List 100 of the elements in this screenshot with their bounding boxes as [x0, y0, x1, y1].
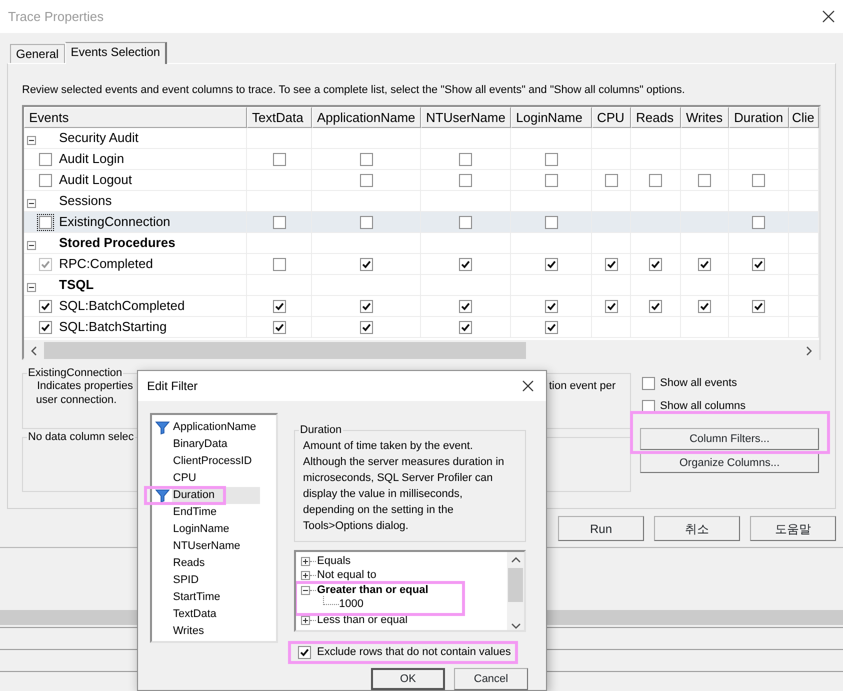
list-item[interactable]: TextData [152, 606, 276, 623]
list-item[interactable]: NTUserName [152, 538, 276, 555]
checkbox[interactable] [39, 300, 52, 312]
checkbox[interactable] [39, 216, 52, 228]
event-label: Audit Logout [59, 171, 132, 190]
button[interactable]: 취소 [654, 516, 740, 541]
checkbox[interactable] [360, 152, 372, 166]
column-header[interactable]: Clie [789, 107, 819, 128]
collapse-toggle[interactable] [27, 198, 36, 208]
checkbox-label: Show all events [660, 376, 738, 392]
checkbox[interactable] [649, 174, 662, 186]
checkbox[interactable] [752, 300, 765, 312]
button[interactable]: Column Filters... [640, 428, 819, 450]
tree-item[interactable]: Equals [317, 552, 351, 570]
category-label: Sessions [59, 192, 112, 210]
column-header[interactable]: Duration [729, 107, 789, 128]
tree-connector [310, 560, 316, 562]
expand-toggle[interactable] [301, 616, 310, 624]
column-header[interactable]: CPU [592, 107, 631, 128]
button[interactable]: 도움말 [750, 516, 836, 541]
checkbox[interactable] [39, 320, 52, 334]
checkbox[interactable] [39, 174, 52, 186]
checkbox[interactable] [360, 174, 372, 186]
tab[interactable]: General [10, 44, 65, 63]
description-text: user connection. [36, 393, 117, 407]
list-item[interactable]: CPU [152, 470, 276, 487]
button[interactable]: Organize Columns... [640, 453, 819, 473]
expand-toggle[interactable] [301, 570, 310, 580]
window-title: Edit Filter [147, 378, 198, 395]
checkbox[interactable] [698, 300, 711, 312]
collapse-toggle[interactable] [27, 282, 36, 292]
button[interactable]: Run [558, 516, 644, 541]
expand-toggle[interactable] [301, 586, 310, 594]
checkbox[interactable] [459, 216, 472, 228]
tab[interactable]: Events Selection [64, 42, 168, 64]
checkbox[interactable] [272, 300, 286, 312]
checkbox[interactable] [459, 152, 472, 166]
checkbox[interactable] [649, 300, 662, 312]
list-item[interactable]: ClientProcessID [152, 453, 276, 470]
close-icon[interactable] [522, 380, 534, 392]
category-label: Security Audit [59, 129, 138, 148]
column-header[interactable]: Reads [631, 107, 681, 128]
description-text: tion event per [549, 379, 616, 394]
checkbox[interactable] [459, 174, 472, 186]
scrollbar-thumb[interactable] [44, 342, 526, 359]
tree-item[interactable]: 1000 [339, 596, 364, 612]
column-header[interactable]: Events [24, 107, 247, 128]
scroll-right-icon[interactable] [805, 346, 813, 356]
checkbox[interactable] [544, 300, 558, 312]
list-item[interactable]: EndTime [152, 504, 276, 521]
column-header[interactable]: NTUserName [421, 107, 511, 128]
button[interactable]: Cancel [454, 668, 528, 690]
checkbox[interactable] [544, 152, 558, 166]
checkbox[interactable] [604, 300, 618, 312]
vertical-scrollbar[interactable] [507, 552, 524, 630]
scroll-down-icon[interactable] [510, 622, 520, 630]
button[interactable]: OK [371, 668, 445, 690]
checkbox[interactable] [544, 174, 558, 186]
checkbox[interactable] [642, 377, 655, 390]
list-item[interactable]: ApplicationName [152, 419, 276, 436]
list-item[interactable]: Writes [152, 623, 276, 640]
checkbox[interactable] [544, 216, 558, 228]
collapse-toggle[interactable] [27, 136, 36, 144]
list-item[interactable]: SPID [152, 572, 276, 589]
checkbox[interactable] [459, 300, 472, 312]
tree-item[interactable]: Less than or equal [317, 612, 408, 628]
checkbox[interactable] [752, 216, 765, 228]
checkbox[interactable] [360, 216, 372, 228]
checkbox[interactable] [752, 174, 765, 186]
list-item[interactable]: Reads [152, 555, 276, 572]
checkbox[interactable] [272, 152, 286, 166]
scrollbar-thumb[interactable] [508, 568, 523, 602]
scroll-left-icon[interactable] [30, 346, 38, 356]
checkbox[interactable] [698, 174, 711, 186]
checkbox[interactable] [298, 646, 311, 658]
list-item[interactable]: BinaryData [152, 436, 276, 453]
scroll-up-icon[interactable] [510, 556, 520, 564]
list-item[interactable]: LoginName [152, 521, 276, 538]
tree-item[interactable]: Greater than or equal [317, 582, 428, 598]
checkbox[interactable] [604, 174, 618, 186]
checkbox[interactable] [272, 320, 286, 334]
table-cell [681, 128, 729, 149]
column-header[interactable]: LoginName [511, 107, 592, 128]
horizontal-scrollbar[interactable] [24, 340, 819, 361]
table-cell [789, 317, 819, 338]
column-header[interactable]: ApplicationName [312, 107, 421, 128]
checkbox[interactable] [459, 320, 472, 334]
list-item[interactable]: StartTime [152, 589, 276, 606]
checkbox[interactable] [544, 320, 558, 334]
checkbox[interactable] [360, 320, 372, 334]
expand-toggle[interactable] [301, 556, 310, 566]
window-title: Trace Properties [8, 8, 104, 26]
checkbox[interactable] [272, 216, 286, 228]
column-header[interactable]: TextData [247, 107, 312, 128]
close-icon[interactable] [822, 10, 835, 23]
checkbox[interactable] [39, 152, 52, 166]
column-header[interactable]: Writes [681, 107, 729, 128]
checkbox[interactable] [360, 300, 372, 312]
collapse-toggle[interactable] [27, 240, 36, 250]
tree-item[interactable]: Not equal to [317, 566, 376, 584]
